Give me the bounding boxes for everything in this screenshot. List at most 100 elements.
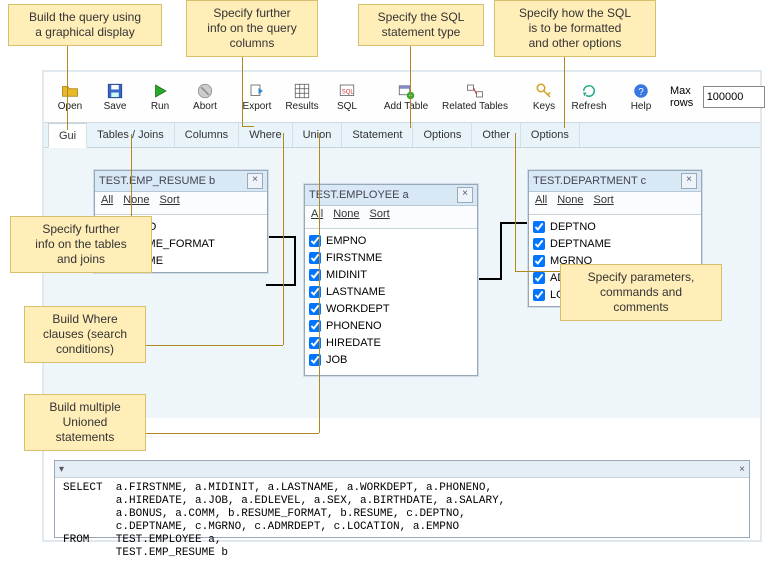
- close-icon[interactable]: ×: [681, 173, 697, 189]
- column-checkbox[interactable]: [533, 221, 545, 233]
- sql-button[interactable]: SQL SQL: [325, 75, 369, 119]
- table-title: TEST.DEPARTMENT c: [533, 175, 646, 187]
- column-row[interactable]: HIREDATE: [309, 334, 473, 351]
- tab-union[interactable]: Union: [293, 123, 343, 147]
- join-connector: [266, 236, 296, 238]
- sort-link[interactable]: Sort: [160, 194, 180, 212]
- select-none-link[interactable]: None: [557, 194, 583, 212]
- sort-link[interactable]: Sort: [594, 194, 614, 212]
- join-connector: [476, 278, 502, 280]
- toolbar-label: Export: [243, 101, 272, 112]
- related-tables-button[interactable]: Related Tables: [436, 75, 514, 119]
- toolbar-label: Keys: [533, 101, 555, 112]
- toolbar-label: Open: [58, 101, 82, 112]
- table-subbar: All None Sort: [305, 206, 477, 229]
- column-row[interactable]: DEPTNAME: [533, 235, 697, 252]
- lead-line: [125, 345, 283, 346]
- select-all-link[interactable]: All: [535, 194, 547, 212]
- refresh-button[interactable]: Refresh: [567, 75, 611, 119]
- select-all-link[interactable]: All: [311, 208, 323, 226]
- help-button[interactable]: ? Help: [619, 75, 663, 119]
- column-row[interactable]: JOB: [309, 351, 473, 368]
- sql-panel-header: ▾ ×: [55, 461, 749, 478]
- floppy-icon: [106, 82, 124, 100]
- chevron-down-icon[interactable]: ▾: [59, 464, 64, 475]
- open-button[interactable]: Open: [48, 75, 92, 119]
- callout-other: Specify parameters, commands and comment…: [560, 264, 722, 321]
- table-box-employee[interactable]: TEST.EMPLOYEE a × All None Sort EMPNO FIR…: [304, 184, 478, 376]
- svg-text:?: ?: [638, 87, 644, 98]
- save-button[interactable]: Save: [93, 75, 137, 119]
- toolbar-label: Results: [285, 101, 318, 112]
- select-all-link[interactable]: All: [101, 194, 113, 212]
- keys-button[interactable]: Keys: [522, 75, 566, 119]
- sort-link[interactable]: Sort: [370, 208, 390, 226]
- lead-line: [319, 133, 320, 433]
- column-list: EMPNO FIRSTNME MIDINITLASTNAME WORKDEPT PHON…: [305, 229, 477, 375]
- play-icon: [151, 82, 169, 100]
- column-label: WORKDEPT: [326, 303, 390, 315]
- tab-statement[interactable]: Statement: [342, 123, 413, 147]
- add-table-icon: +: [397, 82, 415, 100]
- callout-tables-joins: Specify further info on the tables and j…: [10, 216, 152, 273]
- column-label: DEPTNO: [550, 221, 596, 233]
- column-checkbox[interactable]: [533, 255, 545, 267]
- column-checkbox[interactable]: [533, 238, 545, 250]
- lead-line: [67, 44, 68, 130]
- column-row[interactable]: WORKDEPT: [309, 300, 473, 317]
- key-icon: [535, 82, 553, 100]
- column-label: EMPNO: [326, 235, 366, 247]
- select-none-link[interactable]: None: [333, 208, 359, 226]
- results-button[interactable]: Results: [280, 75, 324, 119]
- abort-icon: [196, 82, 214, 100]
- max-rows-input[interactable]: [703, 86, 765, 108]
- related-tables-icon: [466, 82, 484, 100]
- join-connector: [266, 284, 296, 286]
- close-icon[interactable]: ×: [247, 173, 263, 189]
- column-checkbox[interactable]: [533, 272, 545, 284]
- tab-other[interactable]: Other: [472, 123, 521, 147]
- grid-icon: [293, 82, 311, 100]
- tab-columns[interactable]: Columns: [175, 123, 239, 147]
- column-row[interactable]: DEPTNO: [533, 218, 697, 235]
- tab-options-2[interactable]: Options: [521, 123, 580, 147]
- column-row[interactable]: FIRSTNME: [309, 249, 473, 266]
- toolbar-label: Run: [151, 101, 169, 112]
- tab-options[interactable]: Options: [413, 123, 472, 147]
- folder-open-icon: [61, 82, 79, 100]
- join-connector: [500, 222, 502, 280]
- toolbar-label: Save: [104, 101, 127, 112]
- column-label: FIRSTNME: [326, 252, 382, 264]
- run-button[interactable]: Run: [138, 75, 182, 119]
- column-label: JOB: [326, 354, 347, 366]
- lead-line: [515, 271, 560, 272]
- column-row[interactable]: EMPNO: [309, 232, 473, 249]
- column-row[interactable]: LASTNAME: [309, 283, 473, 300]
- help-icon: ?: [632, 82, 650, 100]
- column-label: DEPTNAME: [550, 238, 611, 250]
- sql-panel: ▾ × SELECT a.FIRSTNME, a.MIDINIT, a.LAST…: [54, 460, 750, 538]
- table-header[interactable]: TEST.EMPLOYEE a ×: [305, 185, 477, 206]
- refresh-icon: [580, 82, 598, 100]
- svg-text:SQL: SQL: [342, 89, 355, 95]
- toolbar-label: Related Tables: [442, 101, 508, 112]
- add-table-button[interactable]: + Add Table: [377, 75, 435, 119]
- export-icon: [248, 82, 266, 100]
- callout-graphical-display: Build the query using a graphical displa…: [8, 4, 162, 46]
- callout-union: Build multiple Unioned statements: [24, 394, 146, 451]
- table-title: TEST.EMP_RESUME b: [99, 175, 215, 187]
- abort-button[interactable]: Abort: [183, 75, 227, 119]
- close-icon[interactable]: ×: [739, 464, 745, 475]
- table-header[interactable]: TEST.EMP_RESUME b ×: [95, 171, 267, 192]
- max-rows-label: Max rows: [670, 85, 699, 109]
- column-checkbox[interactable]: [533, 289, 545, 301]
- lead-line: [242, 126, 254, 127]
- lead-line: [125, 433, 319, 434]
- close-icon[interactable]: ×: [457, 187, 473, 203]
- sql-text[interactable]: SELECT a.FIRSTNME, a.MIDINIT, a.LASTNAME…: [55, 478, 749, 564]
- max-rows-control: Max rows ▼: [670, 85, 768, 109]
- select-none-link[interactable]: None: [123, 194, 149, 212]
- column-row[interactable]: PHONENO: [309, 317, 473, 334]
- column-row[interactable]: MIDINIT: [309, 266, 473, 283]
- table-header[interactable]: TEST.DEPARTMENT c ×: [529, 171, 701, 192]
